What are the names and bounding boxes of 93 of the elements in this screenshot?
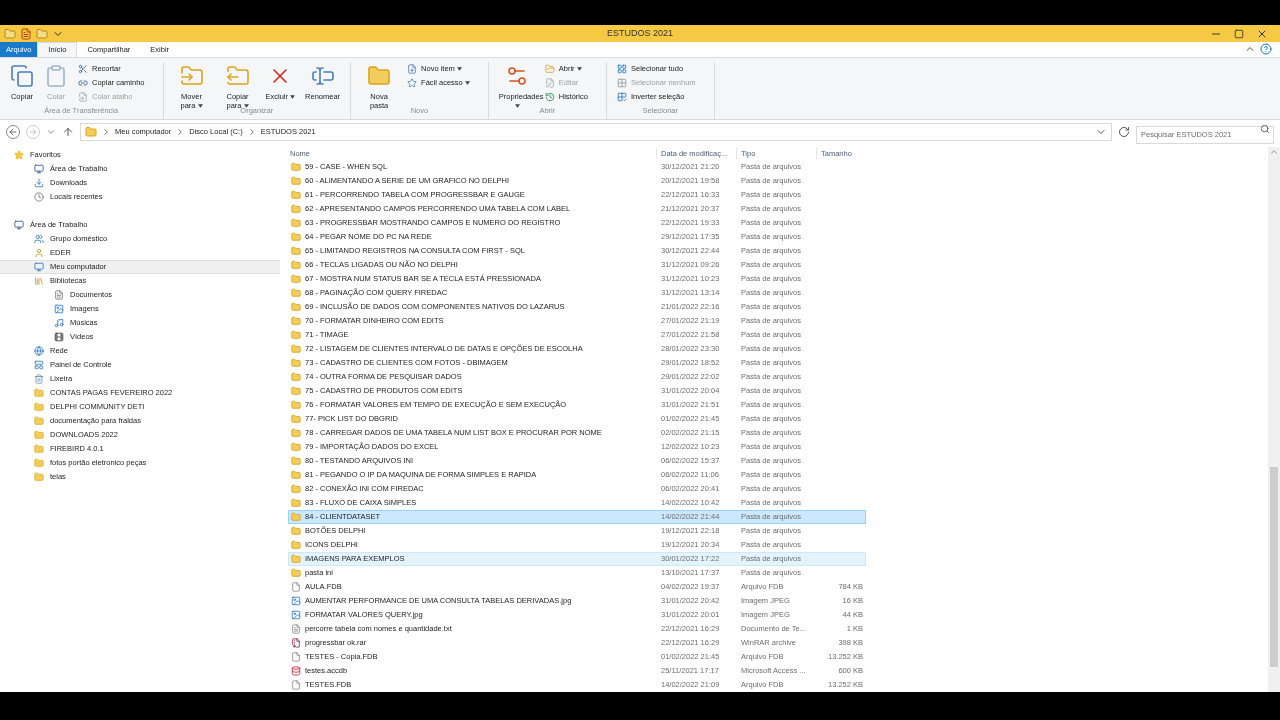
rename-icon [310,64,335,88]
folder-icon [291,316,301,326]
folder-icon [291,456,301,466]
folder-icon [34,458,44,468]
folder-icon [34,388,44,398]
folder-icon [291,484,301,494]
folder-icon [291,428,301,438]
film-icon [54,332,64,342]
folder-icon [291,330,301,340]
image-file-icon [291,596,301,606]
folder-icon [34,416,44,426]
monitor-icon [34,164,44,174]
computer-icon [34,262,44,272]
document-icon [54,290,64,300]
folder-icon [291,400,301,410]
folder-icon [291,246,301,256]
scroll-up-icon[interactable] [1269,147,1279,157]
new-folder-icon[interactable] [36,27,48,40]
clipboard-icon [44,64,68,88]
image-file-icon [291,610,301,620]
folder-icon [34,402,44,412]
file-icon [291,582,301,592]
folder-icon [291,232,301,242]
music-icon [54,318,64,328]
folder-icon [291,204,301,214]
edit-icon [544,78,555,88]
folder-icon [291,344,301,354]
scissors-icon [78,64,88,74]
library-icon [34,276,44,286]
text-file-icon [291,624,301,634]
download-icon [34,178,44,188]
window-title: ESTUDOS 2021 [607,26,673,40]
folder-icon [291,260,301,270]
folder-icon [34,444,44,454]
folder-icon [291,442,301,452]
folder-icon [291,162,301,172]
link-icon [78,78,88,88]
folder-icon [34,472,44,482]
control-panel-icon [34,360,44,370]
folder-icon [291,288,301,298]
folder-icon [291,386,301,396]
database-icon [291,666,301,676]
new-file-icon [407,64,418,74]
folder-arrow-icon [179,64,204,88]
folder-icon [291,512,301,522]
grid-icon [616,64,627,74]
folder-icon [291,554,301,564]
shortcut-icon [78,92,88,102]
grid-icon [616,78,627,88]
scrollbar[interactable] [1268,147,1280,692]
star-icon [407,78,418,88]
folder-icon [291,218,301,228]
trash-icon [34,374,44,384]
archive-icon [291,638,301,648]
folder-icon [4,27,16,40]
folder-icon [367,64,392,88]
folder-open-icon [544,64,555,74]
separator-icon [101,127,111,137]
folder-icon [291,540,301,550]
search-icon [1260,124,1270,134]
help-icon[interactable] [1260,43,1272,55]
user-icon [34,248,44,258]
folder-copy-icon [225,64,250,88]
history-icon [544,92,555,102]
users-icon [34,234,44,244]
copy-icon [10,64,34,88]
folder-icon [291,372,301,382]
image-icon [54,304,64,314]
refresh-icon[interactable] [1118,126,1130,138]
folder-icon [291,526,301,536]
folder-icon [291,176,301,186]
folder-icon [291,568,301,578]
file-icon [291,652,301,662]
file-icon [291,680,301,690]
grid-check-icon [616,92,627,102]
restore-icon[interactable] [1234,28,1244,39]
folder-icon [291,274,301,284]
folder-icon [34,430,44,440]
history-dropdown-icon[interactable] [46,127,56,137]
folder-icon [291,470,301,480]
scroll-thumb[interactable] [1270,467,1278,667]
network-icon [34,346,44,356]
star-icon [14,150,24,160]
properties-icon[interactable] [20,27,32,40]
folder-icon [291,498,301,508]
up-icon[interactable] [62,126,74,138]
folder-icon [85,126,97,138]
folder-icon [291,190,301,200]
clock-icon [34,192,44,202]
monitor-icon [14,220,24,230]
folder-icon [291,302,301,312]
folder-icon [291,414,301,424]
folder-icon [291,358,301,368]
